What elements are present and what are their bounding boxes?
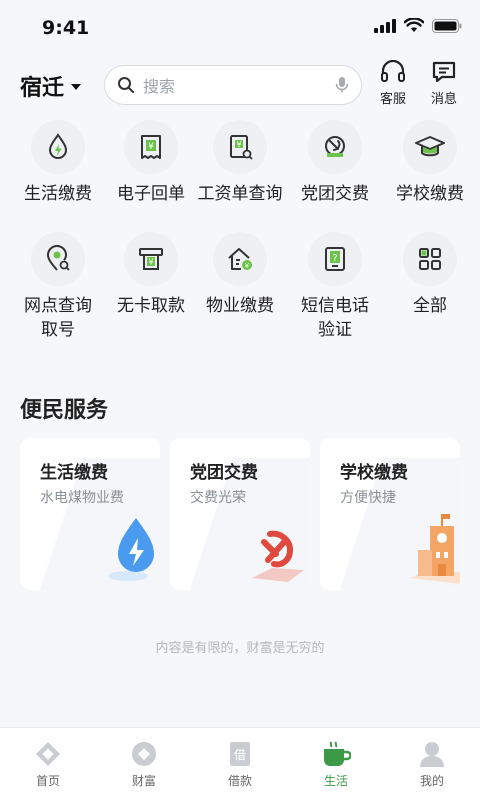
water-drop-bolt-icon — [31, 120, 85, 174]
footer-slogan: 内容是有限的，财富是无穷的 — [155, 641, 325, 656]
city-selector[interactable]: 宿迁 — [20, 70, 82, 102]
user-icon — [420, 742, 444, 767]
service-label: 物业缴费 — [206, 296, 274, 316]
tab-wealth[interactable]: 财富 — [96, 740, 192, 789]
service-label: 生活缴费 — [24, 184, 92, 204]
customer-service-label: 客服 — [379, 92, 406, 107]
service-label-line1: 网点查询 取号 — [24, 294, 92, 342]
search-placeholder: 搜索 — [143, 77, 176, 96]
card-subtitle: 方便快捷 — [340, 490, 396, 506]
service-label: 学校缴费 — [396, 184, 464, 204]
grid-apps-icon — [403, 232, 457, 286]
card-subtitle: 水电煤物业费 — [40, 490, 124, 506]
status-icons — [374, 18, 462, 33]
tablet-question-icon: ? — [308, 232, 362, 286]
graduation-cap-icon — [403, 120, 457, 174]
service-label: 工资单查询 — [197, 184, 283, 204]
service-label: 电子回单 — [117, 184, 185, 204]
svg-text:¥: ¥ — [148, 258, 153, 267]
atm-cash-icon: ¥ — [124, 232, 178, 286]
bottom-tab-bar: 首页 财富 借 借款 生活 我的 — [0, 727, 480, 800]
city-label: 宿迁 — [20, 76, 65, 101]
service-label: 党团交费 — [301, 184, 369, 204]
status-bar: 9:41 — [0, 0, 480, 56]
coffee-cup-icon — [324, 741, 351, 766]
tab-me[interactable]: 我的 — [384, 740, 480, 789]
payslip-search-icon: ¥ — [213, 120, 267, 174]
service-payslip-query[interactable]: ¥ 工资单查询 — [192, 120, 288, 206]
service-label-line: 验证 — [318, 320, 352, 340]
service-all[interactable]: 全部 — [382, 232, 478, 318]
status-time: 9:41 — [42, 17, 90, 39]
service-e-receipt[interactable]: ¥ 电子回单 — [103, 120, 199, 206]
school-building-icon — [410, 514, 460, 584]
convenience-section-title: 便民服务 — [20, 398, 109, 423]
service-cardless-withdraw[interactable]: ¥ 无卡取款 — [103, 232, 199, 318]
microphone-icon[interactable] — [335, 76, 349, 94]
signal-icon — [374, 18, 396, 33]
svg-text:?: ? — [332, 253, 337, 264]
svg-text:¥: ¥ — [236, 140, 241, 149]
header: 宿迁 搜索 客服 消息 — [0, 60, 480, 110]
message-icon — [432, 61, 456, 83]
customer-service-button[interactable]: 客服 — [373, 60, 413, 107]
card-title: 学校缴费 — [340, 463, 408, 483]
card-party-dues[interactable]: 党团交费 交费光荣 — [170, 438, 310, 590]
wealth-icon — [132, 742, 156, 766]
home-coin-icon: ¥ — [213, 232, 267, 286]
service-branch-query[interactable]: 网点查询 取号 — [10, 232, 106, 342]
tab-label: 我的 — [419, 774, 444, 788]
caret-down-icon — [71, 84, 82, 90]
service-label: 全部 — [413, 296, 447, 316]
card-subtitle: 交费光荣 — [190, 490, 246, 506]
tab-label: 生活 — [323, 774, 348, 788]
card-title: 党团交费 — [190, 463, 258, 483]
service-sms-phone-verify[interactable]: ? 短信电话验证 — [287, 232, 383, 342]
service-label-line: 短信电话 — [301, 296, 369, 316]
party-emblem-icon — [252, 530, 304, 582]
service-label-line1: 短信电话 验证 — [301, 294, 369, 342]
svg-text:¥: ¥ — [148, 142, 154, 152]
party-emblem-icon — [308, 120, 362, 174]
service-label-line: 网点查询 — [24, 296, 92, 316]
messages-label: 消息 — [430, 92, 457, 107]
home-logo-icon — [36, 742, 60, 766]
tab-life[interactable]: 生活 — [288, 740, 384, 789]
svg-text:¥: ¥ — [245, 262, 250, 270]
tab-label: 财富 — [131, 774, 156, 788]
service-label: 无卡取款 — [117, 296, 185, 316]
headset-icon — [381, 60, 405, 82]
search-icon — [118, 77, 134, 93]
tab-label: 首页 — [35, 774, 60, 788]
service-party-dues[interactable]: 党团交费 — [287, 120, 383, 206]
service-property-fees[interactable]: ¥ 物业缴费 — [192, 232, 288, 318]
location-search-icon — [31, 232, 85, 286]
tab-loan[interactable]: 借 借款 — [192, 740, 288, 789]
tab-home[interactable]: 首页 — [0, 740, 96, 789]
svg-text:借: 借 — [234, 748, 246, 762]
water-drop-bolt-icon — [108, 518, 154, 581]
card-school-fees[interactable]: 学校缴费 方便快捷 — [320, 438, 460, 590]
card-title: 生活缴费 — [40, 463, 108, 483]
service-label-line: 取号 — [41, 320, 75, 340]
search-bar[interactable]: 搜索 — [104, 65, 362, 105]
battery-icon — [432, 18, 462, 33]
card-utility-payment[interactable]: 生活缴费 水电煤物业费 — [20, 438, 160, 590]
wifi-icon — [404, 18, 424, 32]
messages-button[interactable]: 消息 — [424, 60, 464, 107]
service-school-fees[interactable]: 学校缴费 — [382, 120, 478, 206]
tab-label: 借款 — [227, 774, 252, 788]
service-utility-payment[interactable]: 生活缴费 — [10, 120, 106, 206]
receipt-yuan-icon: ¥ — [124, 120, 178, 174]
loan-icon: 借 — [230, 742, 250, 766]
